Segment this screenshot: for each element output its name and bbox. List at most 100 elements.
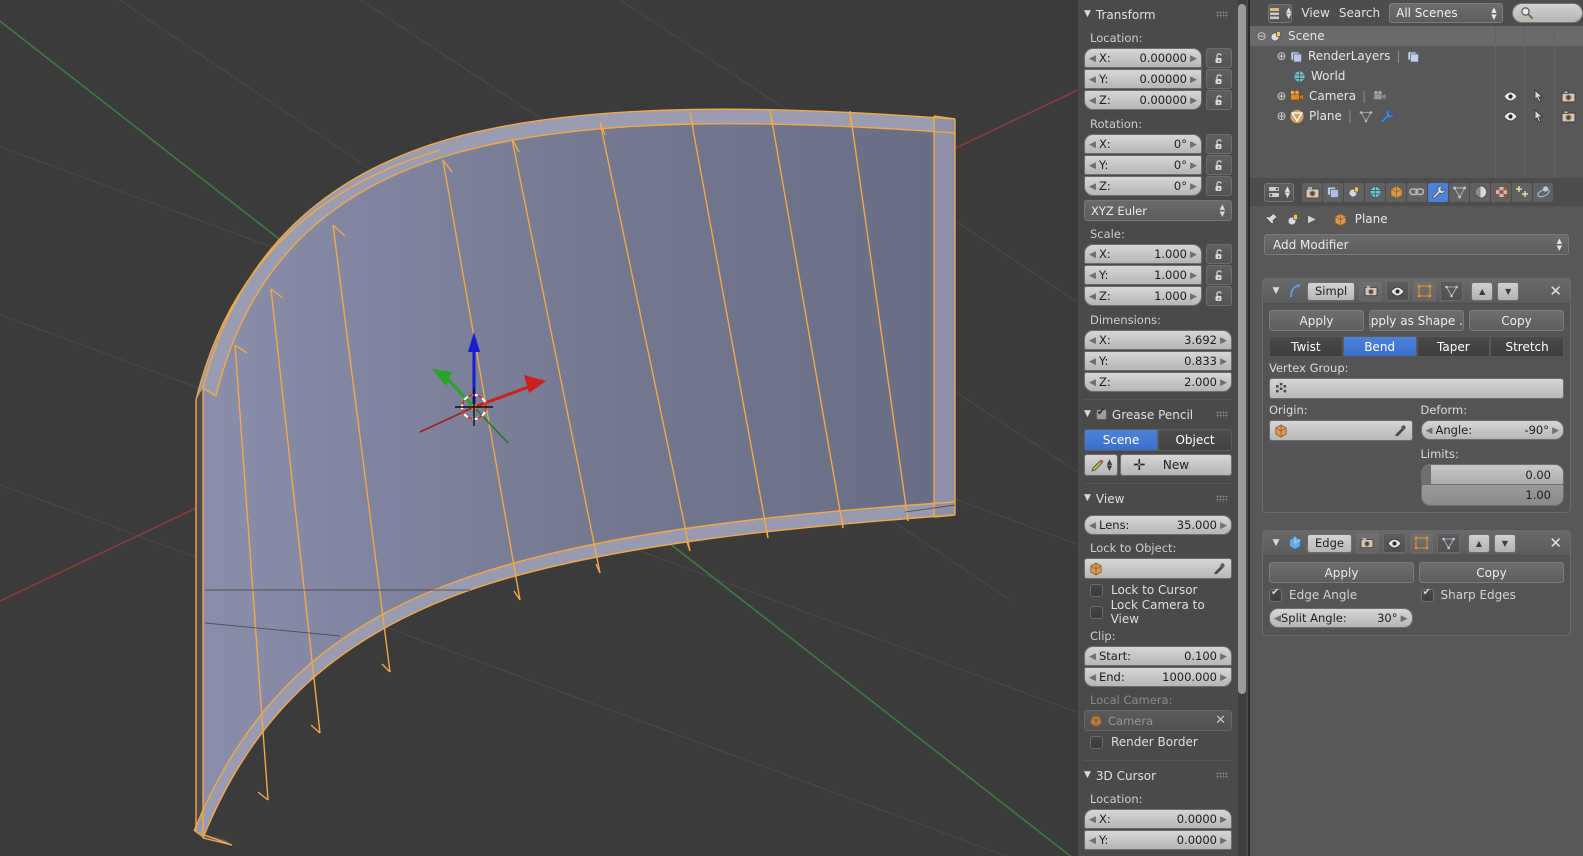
modifier-realtime-toggle[interactable] [1386,281,1410,301]
modifier-on-cage-toggle[interactable] [1436,533,1460,553]
scale-y-field[interactable]: ◀ Y: 1.000 ▶ [1084,265,1202,285]
expand-expander-icon[interactable]: ⊕ [1276,110,1287,122]
modifier-realtime-toggle[interactable] [1382,533,1406,553]
object-data-tab[interactable] [1449,182,1469,202]
outliner-restrict-select-plane[interactable] [1524,106,1553,126]
modifier-delete-button[interactable]: ✕ [1549,282,1564,300]
modifier-move-down-button[interactable]: ▼ [1497,281,1520,301]
outliner-restrict-render-plane[interactable] [1553,106,1583,126]
constraints-tab[interactable] [1407,182,1427,202]
vertex-group-field[interactable] [1269,378,1564,399]
object-tab[interactable] [1386,182,1406,202]
cursor-x-field[interactable]: ◀ X: 0.0000 ▶ [1084,809,1232,829]
properties-tab-strip[interactable] [1302,182,1553,202]
edge-angle-row[interactable]: Edge Angle [1269,587,1413,602]
modifier-move-up-button[interactable]: ▲ [1467,533,1490,553]
lock-location-y-button[interactable] [1206,69,1232,89]
location-z-field[interactable]: ◀ Z: 0.00000 ▶ [1084,90,1202,110]
apply-button[interactable]: Apply [1269,562,1414,583]
edge-angle-checkbox[interactable] [1269,587,1282,602]
panel-header-3d-cursor[interactable]: ▼ 3D Cursor [1084,765,1232,786]
gp-source-scene-button[interactable]: Scene [1084,429,1158,451]
viewport-side-panel[interactable]: ▼ Transform Location: ◀ X: 0.00000 ▶ ◀ Y… [1078,0,1248,856]
3d-viewport[interactable] [0,0,1078,856]
lock-camera-to-view-row[interactable]: Lock Camera to View [1090,598,1232,626]
properties-editor[interactable]: ▲ ▼ ▶ Plane Add Modifier ▲ ▼ ▼ Simpl ▲ ▼… [1250,178,1583,856]
modifier-edit-mode-toggle[interactable] [1413,281,1437,301]
lock-location-x-button[interactable] [1206,48,1232,68]
modifier-edit-mode-toggle[interactable] [1409,533,1433,553]
cursor-y-field[interactable]: ◀ Y: 0.0000 ▶ [1084,830,1232,850]
modifier-on-cage-toggle[interactable] [1440,281,1464,301]
lock-to-object-field[interactable] [1084,558,1232,579]
modifier-delete-button[interactable]: ✕ [1549,534,1564,552]
gp-source-object-button[interactable]: Object [1158,429,1232,451]
location-x-field[interactable]: ◀ X: 0.00000 ▶ [1084,48,1202,68]
clear-icon[interactable]: ✕ [1215,713,1226,728]
collapse-expander-icon[interactable]: ⊖ [1256,30,1267,42]
outliner-tree[interactable]: ⊖ Scene ⊕ RenderLayers | World ⊕ Camera … [1250,26,1583,178]
copy-button[interactable]: Copy [1419,562,1564,583]
lens-field[interactable]: ◀ Lens: 35.000 ▶ [1084,515,1232,535]
render-border-checkbox[interactable] [1090,735,1103,749]
gp-pencil-selector[interactable]: ▲ ▼ [1084,454,1118,476]
panel-header-transform[interactable]: ▼ Transform [1084,4,1232,25]
texture-tab[interactable] [1491,182,1511,202]
camera-data-icon[interactable] [1372,89,1388,104]
eyedropper-icon[interactable] [1393,424,1407,438]
physics-tab[interactable] [1533,182,1553,202]
deform-mode-taper[interactable]: Taper [1416,336,1491,357]
editor-type-button[interactable]: ▲ ▼ [1268,3,1293,23]
limit-upper-slider[interactable]: 1.00 [1420,485,1564,506]
origin-object-field[interactable] [1269,420,1413,441]
lock-camera-to-view-checkbox[interactable] [1090,605,1103,619]
modifier-move-up-button[interactable]: ▲ [1471,281,1494,301]
mesh-object-plane[interactable] [193,108,956,846]
lock-to-cursor-checkbox[interactable] [1090,583,1103,597]
outliner-restrict-view-plane[interactable] [1495,106,1524,126]
outliner-restrict-view-camera[interactable] [1495,86,1524,106]
rotation-z-field[interactable]: ◀ Z: 0° ▶ [1084,176,1202,196]
modifiers-tab[interactable] [1428,182,1448,202]
collapse-triangle-icon[interactable]: ▼ [1269,286,1283,296]
outliner-search-input[interactable] [1511,3,1583,23]
modifier-render-toggle[interactable] [1355,533,1379,553]
render-border-row[interactable]: Render Border [1090,731,1232,753]
local-camera-field[interactable]: Camera ✕ [1084,710,1232,731]
gp-new-button[interactable]: ✛ New [1120,454,1232,476]
sharp-edges-row[interactable]: Sharp Edges [1420,587,1565,602]
mesh-data-icon[interactable] [1358,109,1374,124]
outliner-view-menu[interactable]: View [1301,6,1329,20]
modifier-move-down-button[interactable]: ▼ [1493,533,1516,553]
outliner-restrict-select-camera[interactable] [1524,86,1553,106]
pin-icon[interactable] [1264,212,1279,227]
expand-expander-icon[interactable]: ⊕ [1276,50,1287,62]
rotation-x-field[interactable]: ◀ X: 0° ▶ [1084,134,1202,154]
dimensions-x-field[interactable]: ◀ X: 3.692 ▶ [1084,330,1232,350]
apply-as-shape-button[interactable]: Apply as Shape ... [1369,310,1464,331]
add-modifier-dropdown[interactable]: Add Modifier ▲ ▼ [1264,234,1569,255]
split-angle-field[interactable]: ◀ Split Angle: 30° ▶ [1269,608,1413,628]
render-tab[interactable] [1302,182,1322,202]
expand-expander-icon[interactable]: ⊕ [1276,90,1287,102]
lock-scale-y-button[interactable] [1206,265,1232,285]
rotation-mode-dropdown[interactable]: XYZ Euler ▲ ▼ [1084,200,1232,221]
dimensions-z-field[interactable]: ◀ Z: 2.000 ▶ [1084,372,1232,392]
modifier-header-edge-split[interactable]: ▼ Edge ▲ ▼ ✕ [1263,531,1570,556]
panel-header-grease-pencil[interactable]: ▼ Grease Pencil [1084,404,1232,425]
lock-scale-z-button[interactable] [1206,286,1232,306]
renderlayer-data-icon[interactable] [1406,49,1421,64]
location-y-field[interactable]: ◀ Y: 0.00000 ▶ [1084,69,1202,89]
modifier-render-toggle[interactable] [1359,281,1383,301]
sharp-edges-checkbox[interactable] [1420,587,1434,602]
clip-start-field[interactable]: ◀ Start: 0.100 ▶ [1084,646,1232,666]
modifier-panel-edge-split[interactable]: ▼ Edge ▲ ▼ ✕ Apply Copy ✔ Edge Angle ◀ S… [1262,530,1571,636]
outliner-row-renderlayers[interactable]: ⊕ RenderLayers | [1250,46,1583,66]
outliner-row-camera[interactable]: ⊕ Camera | [1250,86,1583,106]
deform-angle-field[interactable]: ◀ Angle: -90° ▶ [1420,420,1564,440]
collapse-triangle-icon[interactable]: ▼ [1269,538,1283,548]
deform-mode-stretch[interactable]: Stretch [1490,336,1564,357]
lock-rotation-z-button[interactable] [1206,176,1232,196]
wrench-icon[interactable] [1379,109,1395,124]
world-tab[interactable] [1365,182,1385,202]
